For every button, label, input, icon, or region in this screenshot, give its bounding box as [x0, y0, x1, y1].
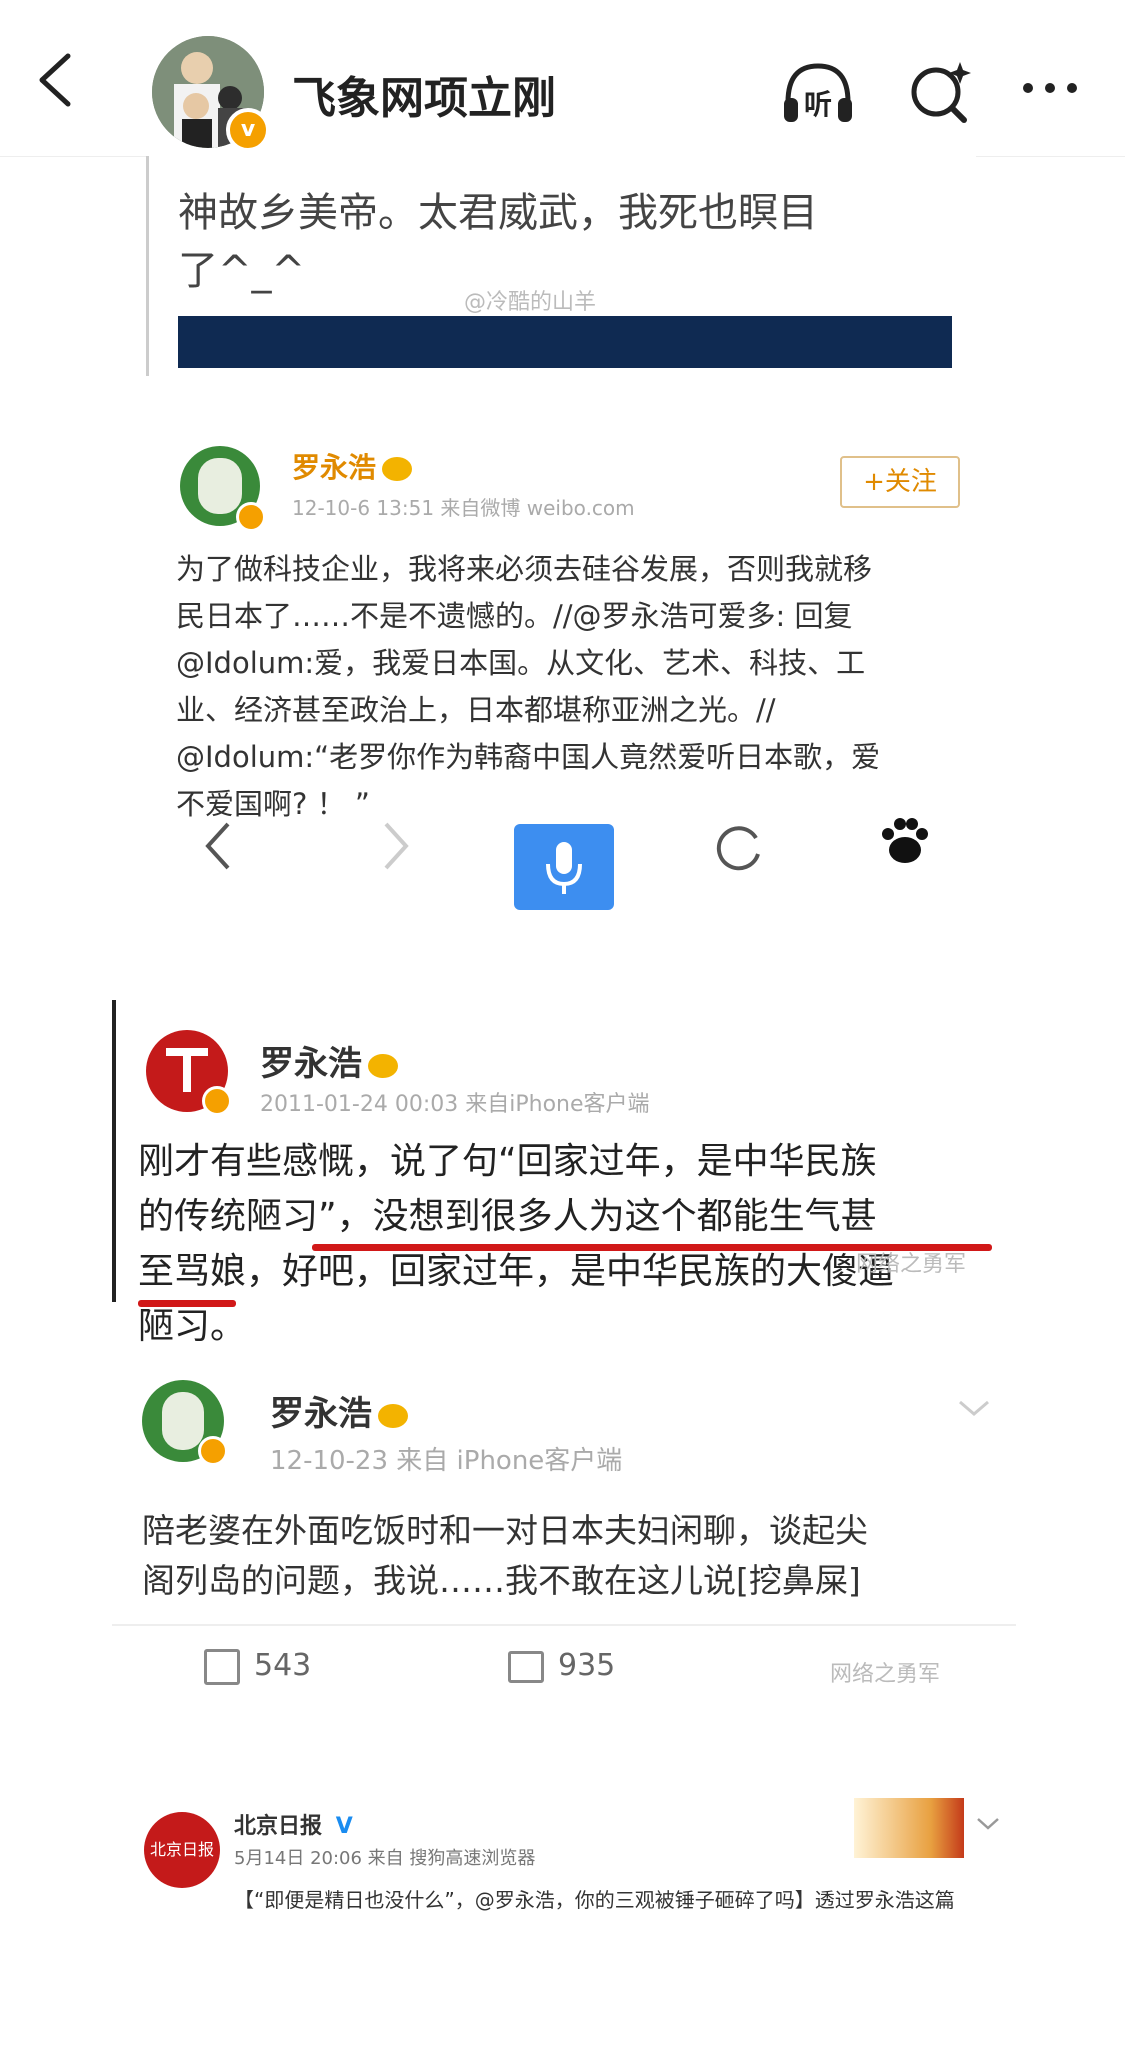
banner-image — [854, 1798, 964, 1858]
text-line: 陪老婆在外面吃饭时和一对日本夫妇闲聊，谈起尖 — [142, 1511, 868, 1550]
voice-button[interactable] — [514, 824, 614, 910]
highlight-underline — [138, 1300, 236, 1307]
post-meta: 5月14日 20:06 来自 搜狗高速浏览器 — [234, 1848, 536, 1869]
more-icon — [1023, 83, 1077, 93]
post-meta: 2011-01-24 00:03 来自iPhone客户端 — [260, 1092, 650, 1117]
text-line: 民日本了……不是不遗憾的。//@罗永浩可爱多: 回复 — [176, 599, 853, 633]
repost-icon — [204, 1648, 240, 1685]
top-bar: v 飞象网项立刚 听 — [0, 0, 1125, 157]
listen-button[interactable]: 听 — [778, 52, 858, 132]
username: 北京日报 — [234, 1814, 323, 1839]
dark-banner — [178, 316, 952, 368]
watermark: 网络之勇军 — [856, 1252, 967, 1277]
avatar — [142, 1380, 228, 1466]
verified-badge-icon: v — [226, 108, 270, 152]
screenshot-4: 罗永浩 12-10-23 来自 iPhone客户端 陪老婆在外面吃饭时和一对日本… — [112, 1370, 1016, 1730]
emoji-icon — [368, 1053, 398, 1078]
search-button[interactable] — [900, 52, 980, 132]
post-image-content: 神故乡美帝。太君威武，我死也瞑目 了^_^ @冷酷的山羊 罗永浩 12-10-6… — [0, 156, 1125, 2066]
watermark: @冷酷的山羊 — [464, 290, 597, 315]
screenshot-1: 神故乡美帝。太君威武，我死也瞑目 了^_^ @冷酷的山羊 — [146, 156, 976, 376]
verified-v-icon: V — [335, 1814, 353, 1839]
text-line: 的传统陋习”，没想到很多人为这个都能生气甚 — [138, 1196, 877, 1237]
comment-button[interactable]: 935 — [508, 1648, 615, 1683]
text-line: 神故乡美帝。太君威武，我死也瞑目 — [178, 190, 818, 236]
repost-count: 543 — [254, 1648, 312, 1683]
avatar — [146, 1030, 232, 1116]
page-title: 飞象网项立刚 — [292, 73, 556, 124]
watermark: 网络之勇军 — [830, 1662, 941, 1687]
emoji-icon — [378, 1403, 408, 1428]
text-line: 【“即便是精日也没什么”，@罗永浩，你的三观被锤子砸碎了吗】透过罗永浩这篇 — [234, 1888, 955, 1912]
refresh-icon[interactable] — [710, 820, 766, 876]
baidu-paw-icon[interactable] — [874, 812, 934, 872]
microphone-icon — [546, 842, 582, 894]
search-spark-icon — [911, 62, 971, 123]
text-line: 业、经济甚至政治上，日本都堪称亚洲之光。// — [176, 693, 776, 727]
follow-button[interactable]: +关注 — [840, 456, 960, 508]
screenshot-3: 罗永浩 2011-01-24 00:03 来自iPhone客户端 刚才有些感慨，… — [112, 1000, 1020, 1347]
back-icon[interactable] — [30, 50, 80, 110]
browser-forward-icon[interactable] — [376, 816, 416, 876]
screenshot-5: 北京日报 北京日报 V 5月14日 20:06 来自 搜狗高速浏览器 【“即便是… — [130, 1798, 1010, 2066]
post-meta: 12-10-6 13:51 来自微博 weibo.com — [292, 496, 635, 520]
headphones-icon: 听 — [784, 63, 852, 122]
listen-label: 听 — [804, 88, 832, 121]
text-line: 刚才有些感慨，说了句“回家过年，是中华民族 — [138, 1141, 877, 1182]
text-line: 阁列岛的问题，我说……我不敢在这儿说[挖鼻屎] — [142, 1561, 861, 1600]
username: 罗永浩 — [270, 1394, 372, 1434]
post-meta: 12-10-23 来自 iPhone客户端 — [270, 1446, 623, 1476]
browser-back-icon[interactable] — [198, 816, 238, 876]
emoji-icon — [382, 457, 413, 481]
username: 罗永浩 — [260, 1044, 362, 1084]
comment-count: 935 — [558, 1648, 616, 1683]
text-line: @Idolum:爱，我爱日本国。从文化、艺术、科技、工 — [176, 646, 866, 680]
username: 罗永浩 — [292, 451, 377, 484]
comment-icon — [508, 1650, 544, 1683]
avatar: 北京日报 — [144, 1812, 220, 1888]
chevron-down-icon[interactable] — [976, 1816, 1000, 1832]
text-line: 陋习。 — [138, 1306, 247, 1347]
text-line: @Idolum:“老罗你作为韩裔中国人竟然爱听日本歌，爱 — [176, 740, 881, 774]
avatar — [180, 446, 266, 532]
text-line: 为了做科技企业，我将来必须去硅谷发展，否则我就移 — [176, 552, 873, 586]
repost-button[interactable]: 543 — [204, 1648, 311, 1685]
chevron-down-icon[interactable] — [956, 1396, 992, 1420]
more-button[interactable] — [1012, 52, 1092, 132]
